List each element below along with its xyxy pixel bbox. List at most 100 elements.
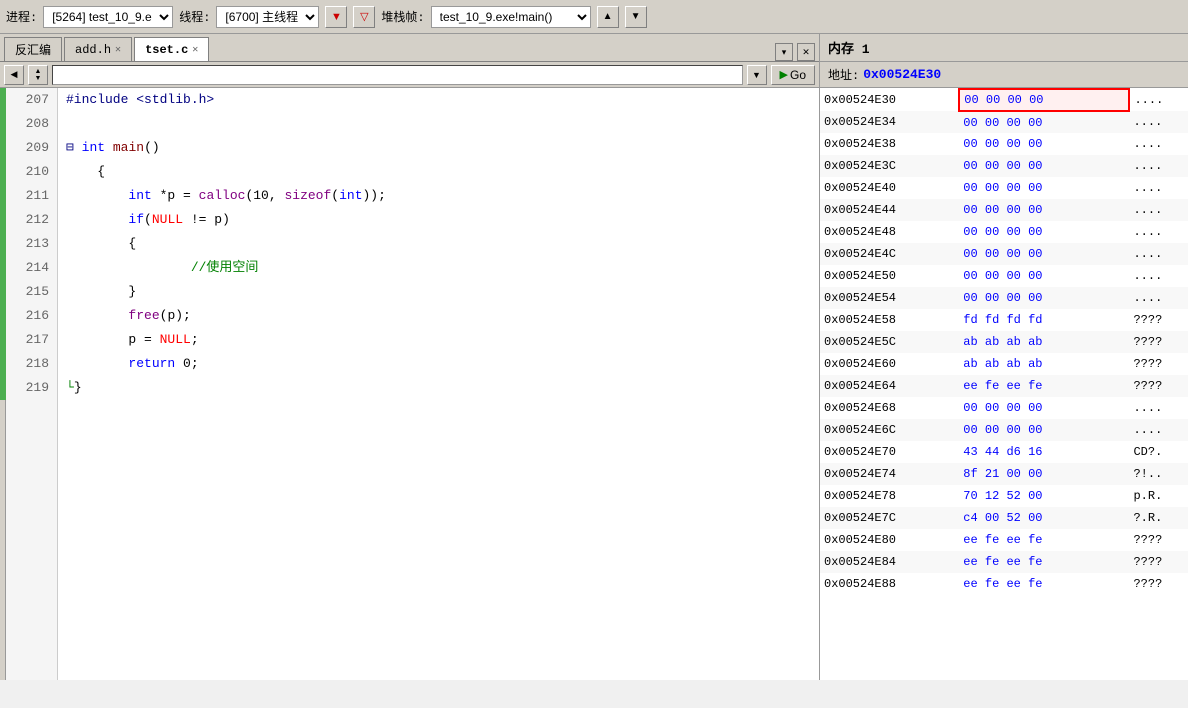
mem-bytes-cell: 00 00 00 00 <box>959 177 1129 199</box>
memory-row: 0x00524E84ee fe ee fe???? <box>820 551 1188 573</box>
mem-bytes-cell: ab ab ab ab <box>959 353 1129 375</box>
code-line-213: { <box>58 232 819 256</box>
code-line-216: free(p); <box>58 304 819 328</box>
code-line-212: if(NULL != p) <box>58 208 819 232</box>
tab-addh-close[interactable]: ✕ <box>115 44 121 56</box>
ln-210: 210 <box>6 160 57 184</box>
mem-ascii-cell: ???? <box>1129 375 1188 397</box>
memory-table: 0x00524E3000 00 00 00....0x00524E3400 00… <box>820 88 1188 595</box>
code-line-217: p = NULL; <box>58 328 819 352</box>
addr-dropdown-button[interactable]: ▼ <box>747 65 767 85</box>
mem-bytes-cell: 00 00 00 00 <box>959 243 1129 265</box>
mem-ascii-cell: ???? <box>1129 573 1188 595</box>
ln-208: 208 <box>6 112 57 136</box>
mem-ascii-cell: .... <box>1129 419 1188 441</box>
tab-tsetc[interactable]: tset.c ✕ <box>134 37 209 61</box>
memory-row: 0x00524E748f 21 00 00?!.. <box>820 463 1188 485</box>
mem-ascii-cell: .... <box>1129 221 1188 243</box>
code-editor[interactable]: 207 208 209 210 211 212 213 214 215 ➤ 21… <box>0 88 819 680</box>
mem-addr-cell: 0x00524E3C <box>820 155 959 177</box>
memory-row: 0x00524E64ee fe ee fe???? <box>820 375 1188 397</box>
mem-ascii-cell: ???? <box>1129 353 1188 375</box>
memory-row: 0x00524E7Cc4 00 52 00?.R. <box>820 507 1188 529</box>
mem-bytes-cell: 00 00 00 00 <box>959 111 1129 133</box>
code-line-210: { <box>58 160 819 184</box>
mem-addr-cell: 0x00524E78 <box>820 485 959 507</box>
tab-pin-button[interactable]: ▾ <box>775 43 793 61</box>
ln-217: 217 <box>6 328 57 352</box>
mem-addr-cell: 0x00524E30 <box>820 89 959 111</box>
memory-row: 0x00524E5000 00 00 00.... <box>820 265 1188 287</box>
mem-ascii-cell: ???? <box>1129 551 1188 573</box>
mem-ascii-cell: .... <box>1129 265 1188 287</box>
mem-ascii-cell: CD?. <box>1129 441 1188 463</box>
mem-ascii-cell: .... <box>1129 111 1188 133</box>
filter2-button[interactable]: ▽ <box>353 6 375 28</box>
mem-addr-cell: 0x00524E4C <box>820 243 959 265</box>
process-select[interactable]: [5264] test_10_9.e <box>43 6 173 28</box>
mem-ascii-cell: ???? <box>1129 331 1188 353</box>
mem-bytes-cell: ab ab ab ab <box>959 331 1129 353</box>
tab-disassembly[interactable]: 反汇编 <box>4 37 62 61</box>
ln-209: 209 <box>6 136 57 160</box>
mem-addr-cell: 0x00524E58 <box>820 309 959 331</box>
code-line-219: └} <box>58 376 819 400</box>
code-line-215: } <box>58 280 819 304</box>
tab-bar: 反汇编 add.h ✕ tset.c ✕ ▾ ✕ <box>0 34 819 62</box>
mem-bytes-cell: c4 00 52 00 <box>959 507 1129 529</box>
address-input[interactable] <box>52 65 743 85</box>
ln-216: ➤ 216 <box>6 304 57 328</box>
code-line-214: //使用空间 <box>58 256 819 280</box>
mem-addr-cell: 0x00524E50 <box>820 265 959 287</box>
memory-table-wrap[interactable]: 0x00524E3000 00 00 00....0x00524E3400 00… <box>820 88 1188 680</box>
mem-ascii-cell: .... <box>1129 155 1188 177</box>
mem-addr-cell: 0x00524E84 <box>820 551 959 573</box>
stack-select[interactable]: test_10_9.exe!main() <box>431 6 591 28</box>
code-line-209: ⊟ int main() <box>58 136 819 160</box>
stack-down-button[interactable]: ▼ <box>625 6 647 28</box>
memory-row: 0x00524E3000 00 00 00.... <box>820 89 1188 111</box>
mem-addr-cell: 0x00524E60 <box>820 353 959 375</box>
mem-ascii-cell: ???? <box>1129 309 1188 331</box>
ln-212: 212 <box>6 208 57 232</box>
mem-bytes-cell: ee fe ee fe <box>959 573 1129 595</box>
memory-row: 0x00524E60ab ab ab ab???? <box>820 353 1188 375</box>
memory-addr-label: 地址: <box>828 66 859 83</box>
nav-forward-button[interactable]: ▲▼ <box>28 65 48 85</box>
mem-bytes-cell: fd fd fd fd <box>959 309 1129 331</box>
memory-row: 0x00524E4400 00 00 00.... <box>820 199 1188 221</box>
memory-row: 0x00524E4800 00 00 00.... <box>820 221 1188 243</box>
mem-addr-cell: 0x00524E7C <box>820 507 959 529</box>
mem-ascii-cell: ?.R. <box>1129 507 1188 529</box>
ln-214: 214 <box>6 256 57 280</box>
mem-ascii-cell: .... <box>1129 199 1188 221</box>
tab-close-panel-button[interactable]: ✕ <box>797 43 815 61</box>
mem-addr-cell: 0x00524E68 <box>820 397 959 419</box>
code-line-207: #include <stdlib.h> <box>58 88 819 112</box>
go-button[interactable]: ▶ Go <box>771 65 815 85</box>
tab-tsetc-close[interactable]: ✕ <box>192 44 198 56</box>
mem-ascii-cell: .... <box>1129 89 1188 111</box>
stack-up-button[interactable]: ▲ <box>597 6 619 28</box>
memory-row: 0x00524E6800 00 00 00.... <box>820 397 1188 419</box>
code-toolbar: ◀ ▲▼ ▼ ▶ Go <box>0 62 819 88</box>
ln-213: 213 <box>6 232 57 256</box>
line-numbers: 207 208 209 210 211 212 213 214 215 ➤ 21… <box>6 88 58 680</box>
filter-button[interactable]: ▼ <box>325 6 347 28</box>
memory-row: 0x00524E5Cab ab ab ab???? <box>820 331 1188 353</box>
code-panel: 反汇编 add.h ✕ tset.c ✕ ▾ ✕ ◀ ▲▼ ▼ <box>0 34 820 680</box>
go-arrow-icon: ▶ <box>780 68 788 81</box>
memory-row: 0x00524E3400 00 00 00.... <box>820 111 1188 133</box>
tab-addh[interactable]: add.h ✕ <box>64 37 132 61</box>
mem-addr-cell: 0x00524E80 <box>820 529 959 551</box>
main-area: 反汇编 add.h ✕ tset.c ✕ ▾ ✕ ◀ ▲▼ ▼ <box>0 34 1188 680</box>
thread-select[interactable]: [6700] 主线程 <box>216 6 319 28</box>
memory-row: 0x00524E88ee fe ee fe???? <box>820 573 1188 595</box>
mem-ascii-cell: .... <box>1129 287 1188 309</box>
mem-addr-cell: 0x00524E48 <box>820 221 959 243</box>
mem-addr-cell: 0x00524E34 <box>820 111 959 133</box>
memory-title: 内存 1 <box>820 34 1188 62</box>
tab-bar-controls: ▾ ✕ <box>775 43 815 61</box>
nav-back-button[interactable]: ◀ <box>4 65 24 85</box>
mem-ascii-cell: ???? <box>1129 529 1188 551</box>
